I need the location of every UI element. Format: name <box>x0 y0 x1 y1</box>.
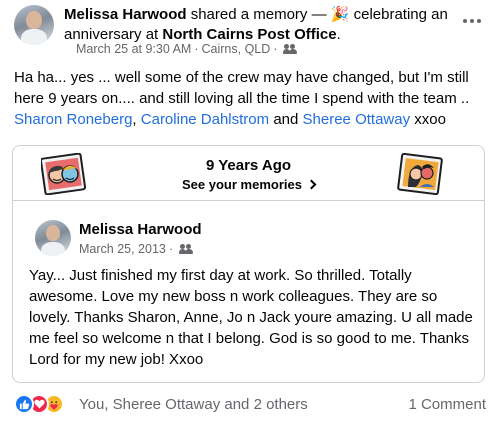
post-text-end: xxoo <box>410 111 446 128</box>
post-timestamp[interactable]: March 25 at 9:30 AM <box>76 42 191 56</box>
memory-card[interactable]: 9 Years Ago See your memories Melissa Ha… <box>12 145 485 383</box>
more-options-button[interactable] <box>460 11 484 31</box>
chevron-right-icon <box>306 179 317 190</box>
place-link[interactable]: North Cairns Post Office <box>162 26 336 43</box>
header-period: . <box>336 26 341 43</box>
post-location: Cairns, QLD <box>201 42 271 56</box>
comment-count[interactable]: 1 Comment <box>408 396 486 413</box>
tag-separator: , <box>132 111 141 128</box>
tag-sharon-roneberg[interactable]: Sharon Roneberg <box>14 111 132 128</box>
author-name[interactable]: Melissa Harwood <box>64 6 187 23</box>
more-dot-icon <box>470 19 474 23</box>
original-post-date[interactable]: March 25, 2013 <box>79 242 166 256</box>
original-post-meta: March 25, 2013 · <box>79 242 194 256</box>
couple-memory-illustration <box>397 153 443 195</box>
meta-separator: · <box>273 42 278 56</box>
reaction-icons[interactable] <box>14 394 76 414</box>
post-text: Ha ha... yes ... well some of the crew m… <box>14 69 470 107</box>
people-icon[interactable] <box>179 244 194 254</box>
meta-separator: · <box>168 242 174 256</box>
original-post-text: Yay... Just finished my first day at wor… <box>29 267 473 368</box>
memory-banner[interactable]: 9 Years Ago See your memories <box>13 146 484 201</box>
tag-separator: and <box>269 111 303 128</box>
post-meta: March 25 at 9:30 AM · Cairns, QLD · <box>76 42 298 56</box>
see-memories-label[interactable]: See your memories <box>182 177 302 192</box>
more-dot-icon <box>477 19 481 23</box>
more-dot-icon <box>463 19 467 23</box>
author-avatar[interactable] <box>14 5 54 45</box>
original-author-avatar[interactable] <box>35 220 71 256</box>
post-header-text: Melissa Harwood shared a memory — 🎉 cele… <box>64 5 456 45</box>
reactors-summary[interactable]: You, Sheree Ottaway and 2 others <box>79 396 308 413</box>
tag-sheree-ottaway[interactable]: Sheree Ottaway <box>303 111 411 128</box>
tag-caroline-dahlstrom[interactable]: Caroline Dahlstrom <box>141 111 269 128</box>
post-footer: You, Sheree Ottaway and 2 others 1 Comme… <box>14 392 486 416</box>
people-icon[interactable] <box>283 44 298 54</box>
like-reaction-icon[interactable] <box>14 394 34 414</box>
meta-separator: · <box>194 42 199 56</box>
original-author-name[interactable]: Melissa Harwood <box>79 221 202 238</box>
post-body: Ha ha... yes ... well some of the crew m… <box>14 67 486 130</box>
post-header: Melissa Harwood shared a memory — 🎉 cele… <box>14 5 484 65</box>
